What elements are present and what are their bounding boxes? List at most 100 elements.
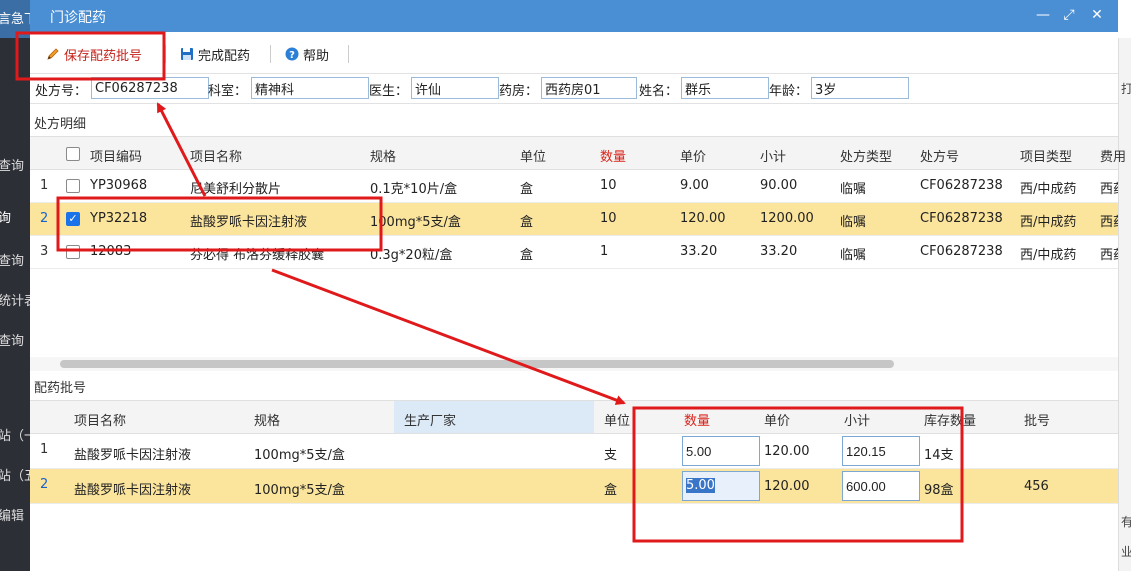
- cell-spec: 0.1克*10片/盒: [370, 182, 458, 197]
- sidebar-item-stats[interactable]: 统计表: [0, 290, 30, 310]
- cell-rx-no: CF06287238: [920, 211, 1003, 226]
- doctor-label: 医生：: [369, 84, 409, 99]
- row-checkbox[interactable]: [66, 245, 80, 259]
- col-unit[interactable]: 单位: [520, 146, 546, 165]
- table-row[interactable]: 1 盐酸罗哌卡因注射液 100mg*5支/盒 支 120.00 14支: [30, 434, 1118, 469]
- pharmacy-field[interactable]: [541, 77, 637, 99]
- table-row[interactable]: 3 12083 芬必得 布洛芬缓释胶囊 0.3g*20粒/盒 盒 1 33.20…: [30, 236, 1118, 269]
- cell-subtotal: 1200.00: [760, 211, 814, 226]
- toolbar-divider: [270, 45, 271, 63]
- department-field[interactable]: [251, 77, 369, 99]
- cell-item-code: YP32218: [90, 211, 148, 226]
- row-number: 2: [40, 477, 49, 492]
- col-fee[interactable]: 费用: [1100, 146, 1126, 165]
- horizontal-scrollbar-thumb[interactable]: [60, 360, 894, 368]
- table-row[interactable]: 1 YP30968 尼美舒利分散片 0.1克*10片/盒 盒 10 9.00 9…: [30, 170, 1118, 203]
- subtotal-input[interactable]: [842, 436, 920, 466]
- cell-price: 120.00: [764, 444, 810, 459]
- name-field[interactable]: [681, 77, 769, 99]
- col-price[interactable]: 单价: [680, 146, 706, 165]
- toolbar-divider: [348, 45, 349, 63]
- col-unit[interactable]: 单位: [604, 410, 630, 429]
- col-batch-no[interactable]: 批号: [1024, 410, 1050, 429]
- cell-spec: 100mg*5支/盒: [254, 483, 345, 498]
- cell-item-name: 尼美舒利分散片: [190, 182, 282, 197]
- col-item-name[interactable]: 项目名称: [190, 146, 242, 165]
- col-item-code[interactable]: 项目编码: [90, 146, 142, 165]
- col-quantity[interactable]: 数量: [600, 146, 626, 165]
- col-manufacturer[interactable]: 生产厂家: [404, 410, 456, 429]
- prescription-detail-title: 处方明细: [34, 117, 87, 132]
- cell-item-name: 芬必得 布洛芬缓释胶囊: [190, 248, 325, 263]
- right-strip-text-1: 打: [1121, 82, 1131, 96]
- table-row[interactable]: 2 ✓ YP32218 盐酸罗哌卡因注射液 100mg*5支/盒 盒 10 12…: [30, 203, 1118, 236]
- sidebar-item-query-3[interactable]: 查询: [0, 250, 30, 270]
- col-subtotal[interactable]: 小计: [760, 146, 786, 165]
- age-field[interactable]: [811, 77, 909, 99]
- cell-batch-no: 456: [1024, 479, 1049, 494]
- cell-rx-type: 临嘱: [840, 248, 867, 263]
- cell-quantity: 10: [600, 211, 617, 226]
- close-button[interactable]: ✕: [1090, 8, 1104, 22]
- col-stock[interactable]: 库存数量: [924, 410, 976, 429]
- cell-item-type: 西/中成药: [1020, 182, 1077, 197]
- cell-fee: 西药: [1100, 215, 1118, 230]
- col-rx-type[interactable]: 处方类型: [840, 146, 892, 165]
- cell-price: 120.00: [764, 479, 810, 494]
- prescription-no-field[interactable]: [91, 77, 209, 99]
- col-spec[interactable]: 规格: [254, 410, 280, 429]
- sidebar-item-top[interactable]: 言急下: [0, 8, 30, 28]
- cell-subtotal: 33.20: [760, 244, 798, 259]
- col-spec[interactable]: 规格: [370, 146, 396, 165]
- cell-unit: 盒: [520, 248, 534, 263]
- complete-dispense-button[interactable]: 完成配药: [180, 44, 250, 64]
- col-subtotal[interactable]: 小计: [844, 410, 870, 429]
- prescription-detail-header: 项目编码 项目名称 规格 单位 数量 单价 小计 处方类型 处方号 项目类型 费…: [30, 136, 1126, 170]
- right-strip-text-2: 有: [1121, 515, 1131, 529]
- batch-header: 项目名称 规格 生产厂家 单位 数量 单价 小计 库存数量 批号: [30, 400, 1118, 434]
- doctor-field[interactable]: [411, 77, 499, 99]
- cell-unit: 盒: [520, 182, 534, 197]
- col-price[interactable]: 单价: [764, 410, 790, 429]
- cell-unit: 盒: [520, 215, 534, 230]
- col-rx-no[interactable]: 处方号: [920, 146, 959, 165]
- sidebar-item-station-5[interactable]: 站（五: [0, 465, 30, 485]
- cell-rx-type: 临嘱: [840, 215, 867, 230]
- sidebar-item-station-1[interactable]: 站（一: [0, 425, 30, 445]
- quantity-input-focused[interactable]: 5.00: [682, 471, 760, 501]
- cell-unit: 支: [604, 448, 618, 463]
- background-sidebar: 言急下 查询 询 查询 统计表 查询 站（一 站（五 编辑: [0, 0, 30, 571]
- name-label: 姓名：: [639, 84, 679, 99]
- cell-fee: 西药: [1100, 182, 1118, 197]
- row-checkbox[interactable]: [66, 179, 80, 193]
- col-item-type[interactable]: 项目类型: [1020, 146, 1072, 165]
- cell-unit: 盒: [604, 483, 618, 498]
- cell-rx-type: 临嘱: [840, 182, 867, 197]
- cell-item-name: 盐酸罗哌卡因注射液: [74, 448, 192, 463]
- help-button[interactable]: ? 帮助: [285, 44, 329, 64]
- pencil-icon: [47, 48, 59, 60]
- dispense-dialog: 门诊配药 — ⤢ ✕ 保存配药批号 完成配药 ? 帮助 处方号： 科室： 医生：…: [30, 0, 1126, 571]
- quantity-input[interactable]: [682, 436, 760, 466]
- minimize-button[interactable]: —: [1036, 8, 1050, 22]
- save-batch-button[interactable]: 保存配药批号: [46, 44, 142, 64]
- sidebar-item-query-1[interactable]: 查询: [0, 155, 30, 175]
- col-item-name[interactable]: 项目名称: [74, 410, 126, 429]
- sidebar-item-query-2[interactable]: 询: [0, 207, 30, 227]
- maximize-button[interactable]: ⤢: [1062, 8, 1076, 22]
- cell-item-name: 盐酸罗哌卡因注射液: [74, 483, 192, 498]
- subtotal-input[interactable]: [842, 471, 920, 501]
- sidebar-item-edit[interactable]: 编辑: [0, 505, 30, 525]
- sidebar-item-blank[interactable]: [0, 384, 30, 404]
- svg-text:?: ?: [289, 50, 295, 61]
- col-quantity[interactable]: 数量: [684, 410, 710, 429]
- dialog-titlebar[interactable]: 门诊配药 — ⤢ ✕: [30, 0, 1118, 32]
- age-label: 年龄：: [769, 84, 809, 99]
- table-row[interactable]: 2 盐酸罗哌卡因注射液 100mg*5支/盒 盒 5.00 120.00 98盒…: [30, 469, 1118, 504]
- row-checkbox[interactable]: ✓: [66, 212, 80, 226]
- select-all-checkbox[interactable]: [66, 147, 80, 161]
- cell-stock: 98盒: [924, 483, 954, 498]
- sidebar-item-query-4[interactable]: 查询: [0, 330, 30, 350]
- cell-quantity: 10: [600, 178, 617, 193]
- toolbar: 保存配药批号 完成配药 ? 帮助: [30, 32, 1118, 74]
